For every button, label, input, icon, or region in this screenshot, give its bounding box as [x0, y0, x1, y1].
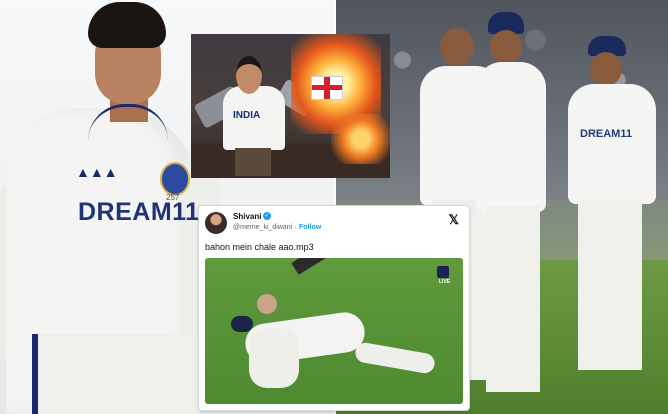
player-b-shirt [476, 62, 546, 212]
avatar[interactable] [205, 212, 227, 234]
shirt-sponsor-text: DREAM11 [78, 198, 200, 226]
meme-shirt-text: INDIA [233, 110, 261, 121]
tweet-text: bahon mein chale aao.mp3 [205, 242, 314, 252]
player-c-sponsor-text: DREAM11 [580, 128, 632, 140]
tweet-header: Shivani ✓ @meme_ki_diwani · Follow 𝕏 [205, 212, 463, 238]
follow-button[interactable]: Follow [299, 224, 321, 231]
tweet-author-handle[interactable]: @meme_ki_diwani · [233, 224, 297, 231]
meme-man-head [236, 56, 262, 94]
player-hair [88, 2, 166, 48]
meme-man-legs [235, 148, 271, 176]
meme-image: INDIA [191, 34, 390, 178]
kit-brand-logo: ▲▲▲ [76, 164, 118, 180]
tweet-media-image[interactable]: LIVE [205, 258, 463, 404]
verified-badge-icon: ✓ [263, 212, 271, 220]
player-c-legs [578, 200, 642, 370]
player-b-head [490, 30, 522, 64]
player-b-legs [486, 206, 540, 392]
fielder-head [257, 294, 277, 314]
player-c-shirt [568, 84, 656, 204]
meme-fire [331, 114, 390, 164]
player-c-head [590, 52, 622, 86]
live-label: LIVE [438, 279, 450, 285]
fielder-legs [353, 341, 437, 375]
x-logo-icon[interactable]: 𝕏 [449, 212, 459, 228]
fielder-cap [231, 316, 253, 332]
fielder-second [249, 328, 299, 388]
tweet-author-name[interactable]: Shivani [233, 212, 261, 221]
player-a-head [440, 28, 474, 66]
england-flag-icon [311, 76, 343, 100]
team-crest-icon [160, 162, 190, 196]
tweet-card[interactable]: Shivani ✓ @meme_ki_diwani · Follow 𝕏 bah… [198, 205, 470, 411]
player-trousers [32, 334, 200, 414]
broadcaster-logo-icon [437, 266, 449, 278]
